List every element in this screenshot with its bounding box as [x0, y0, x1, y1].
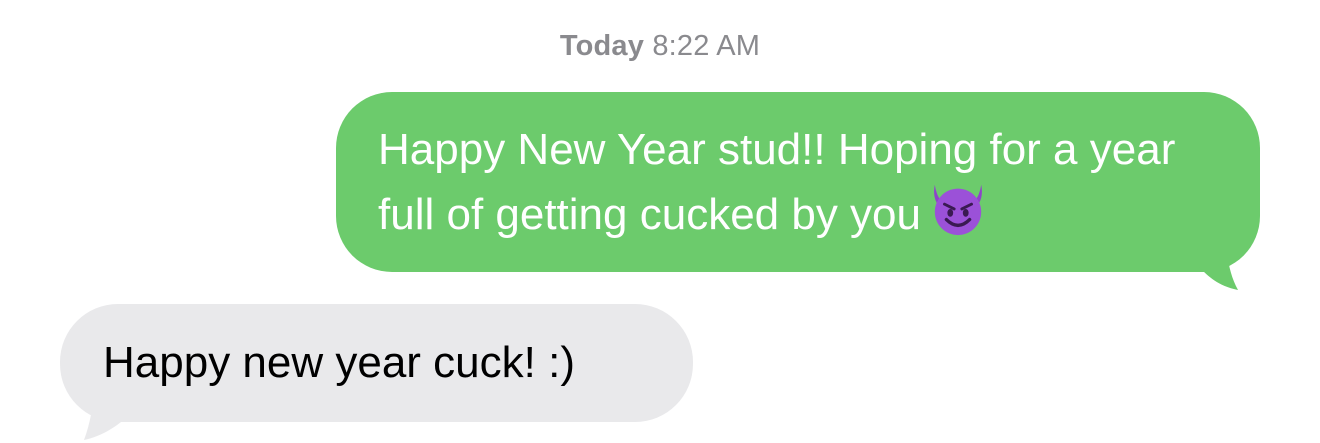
sent-bubble-tail [1196, 232, 1238, 290]
message-timestamp: Today 8:22 AM [0, 30, 1320, 63]
received-bubble-tail [84, 384, 126, 440]
timestamp-day: Today [559, 30, 645, 62]
smiling-face-with-horns-icon [934, 184, 982, 236]
sent-message-text: Happy New Year stud!! Hoping for a year … [378, 125, 1176, 239]
received-message-bubble[interactable]: Happy new year cuck! :) [60, 304, 693, 422]
timestamp-time: 8:22 AM [652, 30, 761, 62]
sent-message-text-container: Happy New Year stud!! Hoping for a year … [378, 121, 1238, 244]
sent-message-bubble[interactable]: Happy New Year stud!! Hoping for a year … [336, 92, 1260, 272]
received-message-text: Happy new year cuck! :) [103, 338, 575, 387]
